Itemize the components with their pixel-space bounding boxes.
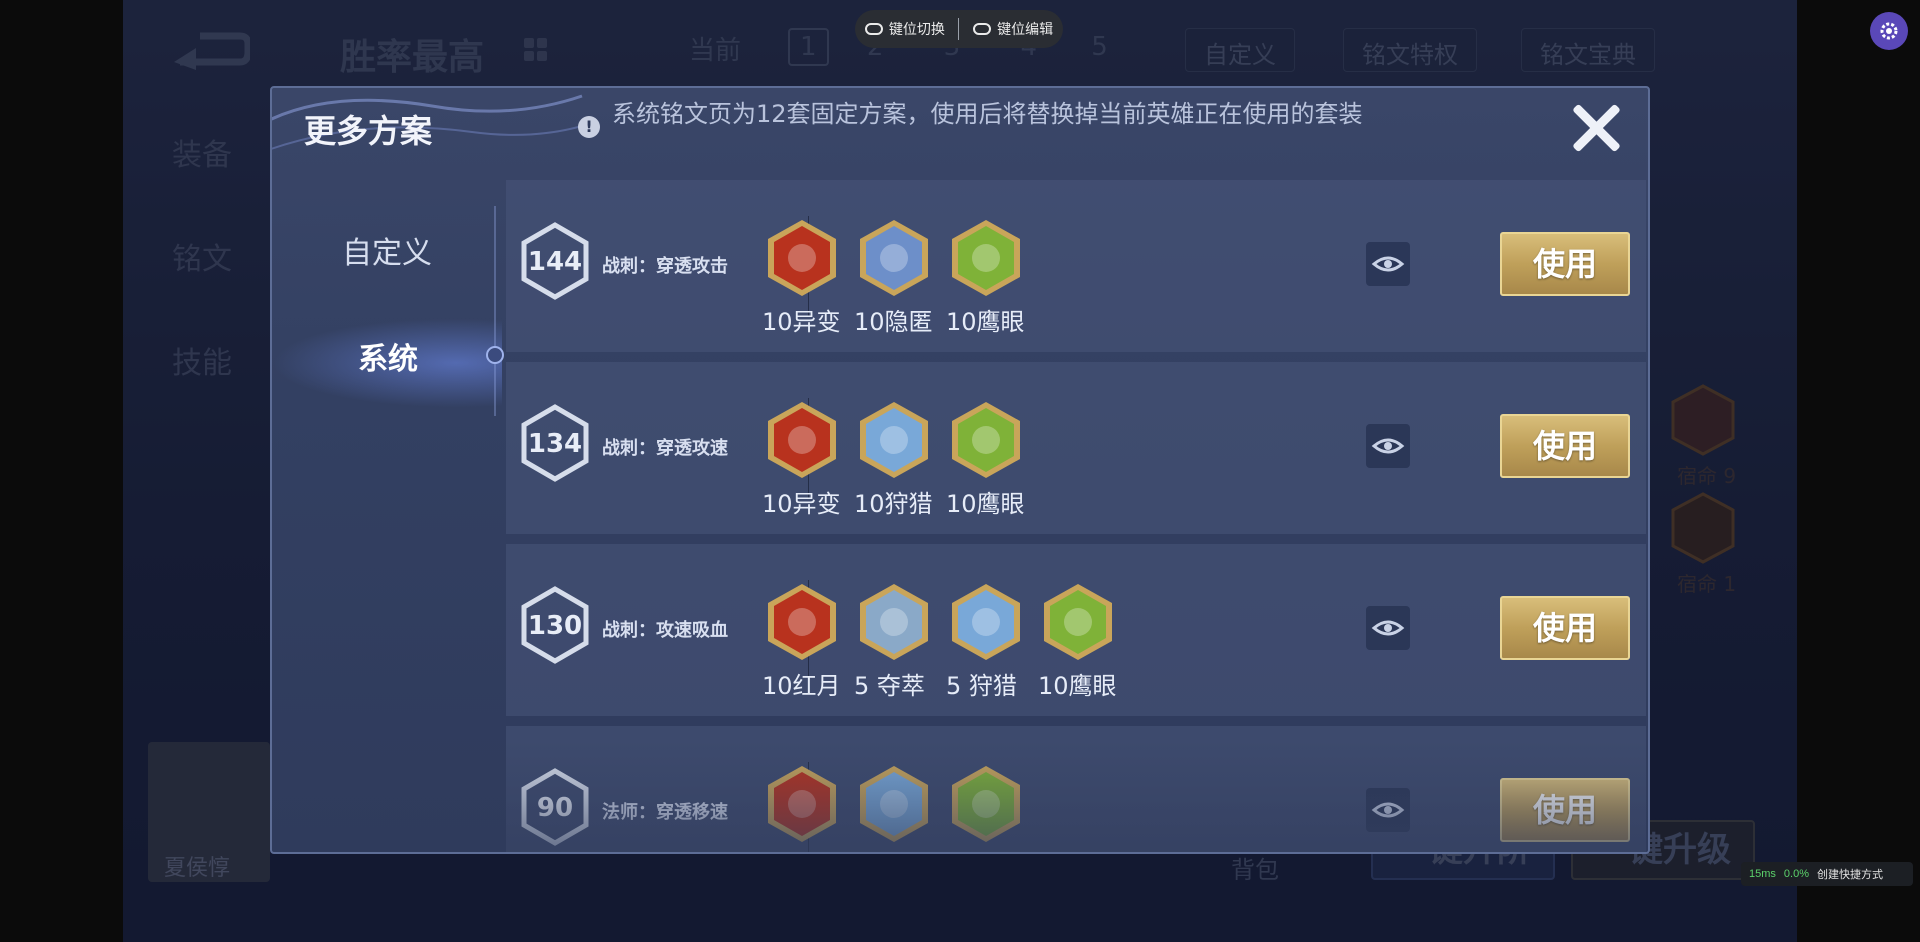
- plan-score: 144: [528, 247, 582, 277]
- rune-label: 5 狩猎: [946, 672, 1017, 700]
- rune-label: 5 夺萃: [854, 672, 925, 700]
- key-edit-button[interactable]: 键位编辑: [967, 19, 1059, 39]
- left-letterbox: [0, 0, 123, 942]
- use-button[interactable]: 使用: [1500, 414, 1630, 478]
- use-button[interactable]: 使用: [1500, 596, 1630, 660]
- more-plans-dialog: 更多方案 ! 系统铭文页为12套固定方案，使用后将替换掉当前英雄正在使用的套装 …: [270, 86, 1650, 854]
- green-rune-icon[interactable]: [1042, 582, 1114, 662]
- tab-custom[interactable]: 自定义: [342, 228, 432, 272]
- plan-row[interactable]: 90 法师：穿透移速 使用: [506, 726, 1646, 852]
- key-switch-label: 键位切换: [888, 21, 945, 37]
- plan-row[interactable]: 134 战刺：穿透攻速 10异变 10狩猎 10鹰眼 使用: [506, 362, 1646, 534]
- plan-name: 战刺：穿透攻击: [602, 256, 728, 277]
- rune-label: 10鹰眼: [946, 308, 1025, 336]
- preview-button[interactable]: [1366, 606, 1410, 650]
- plan-row[interactable]: 130 战刺：攻速吸血 10红月 5 夺萃 5 狩猎 10鹰眼 使用: [506, 544, 1646, 716]
- close-button[interactable]: [1570, 102, 1622, 154]
- green-rune-icon[interactable]: [950, 764, 1022, 844]
- red-rune-icon[interactable]: [766, 582, 838, 662]
- eye-icon: [1371, 256, 1405, 272]
- tab-rail: [494, 206, 496, 416]
- blue-rune-icon[interactable]: [858, 400, 930, 480]
- use-button[interactable]: 使用: [1500, 778, 1630, 842]
- rune-label: 10隐匿: [854, 308, 933, 336]
- plan-row[interactable]: 144 战刺：穿透攻击 10异变 10隐匿 10鹰眼 使用: [506, 180, 1646, 352]
- rune-label: 10异变: [762, 308, 841, 336]
- notice-text: 系统铭文页为12套固定方案，使用后将替换掉当前英雄正在使用的套装: [612, 100, 1363, 128]
- status-pill: 15ms 0.0% 创建快捷方式: [1741, 862, 1913, 886]
- right-letterbox: [1797, 0, 1920, 942]
- plan-name: 法师：穿透移速: [602, 802, 728, 823]
- plan-score: 90: [537, 793, 573, 823]
- preview-button[interactable]: [1366, 424, 1410, 468]
- key-edit-label: 键位编辑: [997, 21, 1054, 37]
- plan-name: 战刺：攻速吸血: [602, 620, 728, 641]
- green-rune-icon[interactable]: [950, 218, 1022, 298]
- gamepad-icon: [973, 23, 992, 35]
- toolbar-divider: [958, 18, 960, 40]
- score-hexagon: 90: [521, 768, 589, 846]
- plan-score: 130: [528, 611, 582, 641]
- score-hexagon: 144: [521, 222, 589, 300]
- dialog-title: 更多方案: [304, 112, 433, 150]
- eye-icon: [1371, 802, 1405, 818]
- gamepad-icon: [864, 23, 883, 35]
- plan-list[interactable]: 144 战刺：穿透攻击 10异变 10隐匿 10鹰眼 使用 134 战刺：穿透攻速 10异变 10…: [506, 180, 1646, 852]
- red-rune-icon[interactable]: [766, 764, 838, 844]
- score-hexagon: 134: [521, 404, 589, 482]
- use-button[interactable]: 使用: [1500, 232, 1630, 296]
- eye-icon: [1371, 438, 1405, 454]
- key-switch-button[interactable]: 键位切换: [859, 19, 951, 39]
- red-rune-icon[interactable]: [766, 400, 838, 480]
- dialog-header: 更多方案 ! 系统铭文页为12套固定方案，使用后将替换掉当前英雄正在使用的套装: [272, 88, 1648, 180]
- rune-label: 10鹰眼: [946, 490, 1025, 518]
- blue-rune-icon[interactable]: [858, 218, 930, 298]
- preview-button[interactable]: [1366, 788, 1410, 832]
- percent-readout: 0.0%: [1783, 868, 1809, 880]
- rune-label: 10异变: [762, 490, 841, 518]
- tab-system[interactable]: 系统: [358, 334, 418, 378]
- rune-label: 10鹰眼: [1038, 672, 1117, 700]
- rune-label: 10红月: [762, 672, 841, 700]
- plan-name: 战刺：穿透攻速: [602, 438, 728, 459]
- blue-rune-icon[interactable]: [858, 582, 930, 662]
- rune-label: 10狩猎: [854, 490, 933, 518]
- latency-readout: 15ms: [1749, 868, 1776, 880]
- blue-rune-icon[interactable]: [858, 764, 930, 844]
- blue-rune-icon[interactable]: [950, 582, 1022, 662]
- red-rune-icon[interactable]: [766, 218, 838, 298]
- plan-score: 134: [528, 429, 582, 459]
- green-rune-icon[interactable]: [950, 400, 1022, 480]
- score-hexagon: 130: [521, 586, 589, 664]
- create-shortcut-link[interactable]: 创建快捷方式: [1817, 866, 1883, 882]
- key-toolbar: 键位切换 键位编辑: [855, 10, 1063, 48]
- settings-button[interactable]: [1870, 12, 1908, 50]
- gear-icon: [1880, 22, 1898, 40]
- tab-selected-indicator: [486, 346, 504, 364]
- preview-button[interactable]: [1366, 242, 1410, 286]
- notice-icon: !: [578, 116, 600, 138]
- eye-icon: [1371, 620, 1405, 636]
